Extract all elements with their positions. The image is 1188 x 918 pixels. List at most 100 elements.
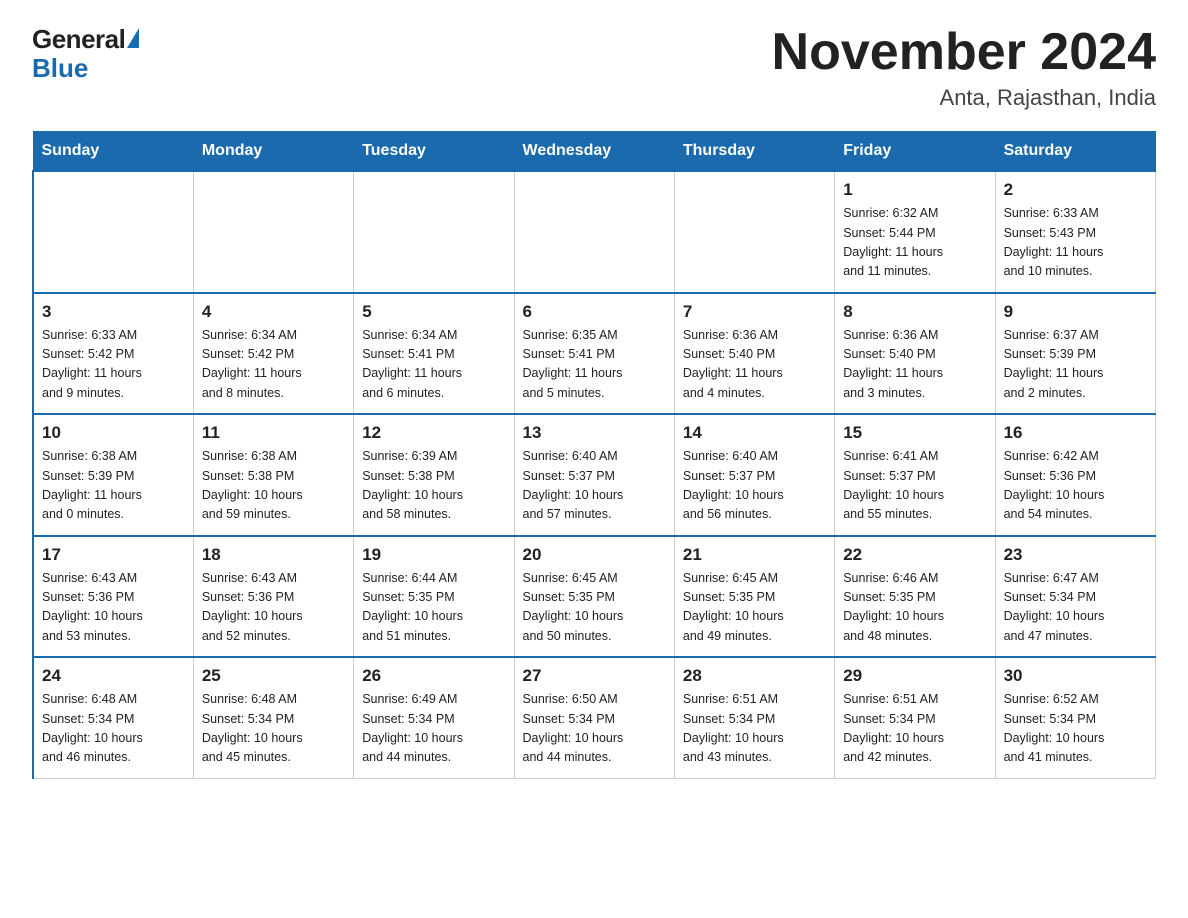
logo-triangle-icon xyxy=(127,28,139,48)
calendar-cell: 17 Sunrise: 6:43 AMSunset: 5:36 PMDayligh… xyxy=(33,536,193,658)
calendar-cell: 15 Sunrise: 6:41 AMSunset: 5:37 PMDayligh… xyxy=(835,414,995,536)
day-info: Sunrise: 6:36 AMSunset: 5:40 PMDaylight:… xyxy=(843,326,986,404)
day-number: 22 xyxy=(843,545,986,565)
day-info: Sunrise: 6:35 AMSunset: 5:41 PMDaylight:… xyxy=(523,326,666,404)
day-number: 14 xyxy=(683,423,826,443)
calendar-cell: 19Sunrise: 6:44 AMSunset: 5:35 PMDayligh… xyxy=(354,536,514,658)
day-number: 11 xyxy=(202,423,345,443)
day-info: Sunrise: 6:37 AMSunset: 5:39 PMDaylight:… xyxy=(1004,326,1147,404)
location-title: Anta, Rajasthan, India xyxy=(772,85,1156,111)
day-info: Sunrise: 6:39 AMSunset: 5:38 PMDaylight:… xyxy=(362,447,505,525)
weekday-header-monday: Monday xyxy=(193,132,353,172)
day-number: 28 xyxy=(683,666,826,686)
weekday-header-thursday: Thursday xyxy=(674,132,834,172)
day-number: 5 xyxy=(362,302,505,322)
day-info: Sunrise: 6:48 AMSunset: 5:34 PMDaylight:… xyxy=(202,690,345,768)
calendar-cell: 7 Sunrise: 6:36 AMSunset: 5:40 PMDaylight… xyxy=(674,293,834,415)
calendar-cell: 11 Sunrise: 6:38 AMSunset: 5:38 PMDayligh… xyxy=(193,414,353,536)
weekday-header-row: SundayMondayTuesdayWednesdayThursdayFrid… xyxy=(33,132,1156,172)
calendar-cell: 12Sunrise: 6:39 AMSunset: 5:38 PMDayligh… xyxy=(354,414,514,536)
day-number: 17 xyxy=(42,545,185,565)
day-number: 30 xyxy=(1004,666,1147,686)
day-number: 25 xyxy=(202,666,345,686)
logo-general-text: General xyxy=(32,24,125,55)
day-number: 10 xyxy=(42,423,185,443)
day-info: Sunrise: 6:38 AMSunset: 5:38 PMDaylight:… xyxy=(202,447,345,525)
weekday-header-wednesday: Wednesday xyxy=(514,132,674,172)
day-number: 15 xyxy=(843,423,986,443)
week-row-3: 10Sunrise: 6:38 AMSunset: 5:39 PMDayligh… xyxy=(33,414,1156,536)
day-info: Sunrise: 6:43 AMSunset: 5:36 PMDaylight:… xyxy=(202,569,345,647)
calendar-cell: 4 Sunrise: 6:34 AMSunset: 5:42 PMDaylight… xyxy=(193,293,353,415)
day-info: Sunrise: 6:34 AMSunset: 5:42 PMDaylight:… xyxy=(202,326,345,404)
day-info: Sunrise: 6:44 AMSunset: 5:35 PMDaylight:… xyxy=(362,569,505,647)
day-number: 8 xyxy=(843,302,986,322)
calendar-cell xyxy=(514,171,674,293)
month-title: November 2024 xyxy=(772,24,1156,81)
day-info: Sunrise: 6:41 AMSunset: 5:37 PMDaylight:… xyxy=(843,447,986,525)
weekday-header-tuesday: Tuesday xyxy=(354,132,514,172)
calendar-cell: 2 Sunrise: 6:33 AMSunset: 5:43 PMDaylight… xyxy=(995,171,1155,293)
day-info: Sunrise: 6:43 AMSunset: 5:36 PMDaylight:… xyxy=(42,569,185,647)
calendar-cell: 14 Sunrise: 6:40 AMSunset: 5:37 PMDayligh… xyxy=(674,414,834,536)
calendar-cell: 8 Sunrise: 6:36 AMSunset: 5:40 PMDaylight… xyxy=(835,293,995,415)
day-info: Sunrise: 6:49 AMSunset: 5:34 PMDaylight:… xyxy=(362,690,505,768)
calendar-cell: 28Sunrise: 6:51 AMSunset: 5:34 PMDayligh… xyxy=(674,657,834,778)
calendar-cell: 18Sunrise: 6:43 AMSunset: 5:36 PMDayligh… xyxy=(193,536,353,658)
day-info: Sunrise: 6:36 AMSunset: 5:40 PMDaylight:… xyxy=(683,326,826,404)
day-info: Sunrise: 6:33 AMSunset: 5:43 PMDaylight:… xyxy=(1004,204,1147,282)
day-number: 1 xyxy=(843,180,986,200)
weekday-header-sunday: Sunday xyxy=(33,132,193,172)
calendar-cell xyxy=(674,171,834,293)
calendar-cell: 6 Sunrise: 6:35 AMSunset: 5:41 PMDaylight… xyxy=(514,293,674,415)
calendar-cell: 26 Sunrise: 6:49 AMSunset: 5:34 PMDayligh… xyxy=(354,657,514,778)
calendar-cell xyxy=(354,171,514,293)
week-row-1: 1 Sunrise: 6:32 AMSunset: 5:44 PMDaylight… xyxy=(33,171,1156,293)
day-number: 4 xyxy=(202,302,345,322)
week-row-2: 3Sunrise: 6:33 AMSunset: 5:42 PMDaylight… xyxy=(33,293,1156,415)
calendar-cell: 13 Sunrise: 6:40 AMSunset: 5:37 PMDayligh… xyxy=(514,414,674,536)
day-number: 6 xyxy=(523,302,666,322)
calendar-cell: 20 Sunrise: 6:45 AMSunset: 5:35 PMDayligh… xyxy=(514,536,674,658)
day-info: Sunrise: 6:32 AMSunset: 5:44 PMDaylight:… xyxy=(843,204,986,282)
calendar-cell xyxy=(33,171,193,293)
day-number: 7 xyxy=(683,302,826,322)
calendar-cell: 16 Sunrise: 6:42 AMSunset: 5:36 PMDayligh… xyxy=(995,414,1155,536)
calendar-cell: 29Sunrise: 6:51 AMSunset: 5:34 PMDayligh… xyxy=(835,657,995,778)
day-number: 13 xyxy=(523,423,666,443)
header: General Blue November 2024 Anta, Rajasth… xyxy=(32,24,1156,111)
day-number: 26 xyxy=(362,666,505,686)
logo-blue-text: Blue xyxy=(32,53,88,84)
calendar-cell: 30 Sunrise: 6:52 AMSunset: 5:34 PMDayligh… xyxy=(995,657,1155,778)
calendar-cell: 9 Sunrise: 6:37 AMSunset: 5:39 PMDaylight… xyxy=(995,293,1155,415)
weekday-header-saturday: Saturday xyxy=(995,132,1155,172)
day-info: Sunrise: 6:46 AMSunset: 5:35 PMDaylight:… xyxy=(843,569,986,647)
calendar-cell: 5Sunrise: 6:34 AMSunset: 5:41 PMDaylight… xyxy=(354,293,514,415)
calendar-cell: 3Sunrise: 6:33 AMSunset: 5:42 PMDaylight… xyxy=(33,293,193,415)
calendar-cell: 25 Sunrise: 6:48 AMSunset: 5:34 PMDayligh… xyxy=(193,657,353,778)
day-number: 9 xyxy=(1004,302,1147,322)
day-number: 16 xyxy=(1004,423,1147,443)
day-number: 23 xyxy=(1004,545,1147,565)
day-number: 2 xyxy=(1004,180,1147,200)
day-number: 24 xyxy=(42,666,185,686)
day-number: 20 xyxy=(523,545,666,565)
day-info: Sunrise: 6:40 AMSunset: 5:37 PMDaylight:… xyxy=(523,447,666,525)
day-info: Sunrise: 6:50 AMSunset: 5:34 PMDaylight:… xyxy=(523,690,666,768)
calendar-cell: 22 Sunrise: 6:46 AMSunset: 5:35 PMDayligh… xyxy=(835,536,995,658)
calendar-cell: 1 Sunrise: 6:32 AMSunset: 5:44 PMDaylight… xyxy=(835,171,995,293)
logo: General Blue xyxy=(32,24,139,84)
calendar-cell xyxy=(193,171,353,293)
calendar-cell: 23 Sunrise: 6:47 AMSunset: 5:34 PMDayligh… xyxy=(995,536,1155,658)
week-row-5: 24 Sunrise: 6:48 AMSunset: 5:34 PMDayligh… xyxy=(33,657,1156,778)
day-info: Sunrise: 6:40 AMSunset: 5:37 PMDaylight:… xyxy=(683,447,826,525)
calendar-table: SundayMondayTuesdayWednesdayThursdayFrid… xyxy=(32,131,1156,779)
week-row-4: 17 Sunrise: 6:43 AMSunset: 5:36 PMDayligh… xyxy=(33,536,1156,658)
day-info: Sunrise: 6:42 AMSunset: 5:36 PMDaylight:… xyxy=(1004,447,1147,525)
day-info: Sunrise: 6:47 AMSunset: 5:34 PMDaylight:… xyxy=(1004,569,1147,647)
day-info: Sunrise: 6:51 AMSunset: 5:34 PMDaylight:… xyxy=(843,690,986,768)
calendar-cell: 10Sunrise: 6:38 AMSunset: 5:39 PMDayligh… xyxy=(33,414,193,536)
day-info: Sunrise: 6:45 AMSunset: 5:35 PMDaylight:… xyxy=(523,569,666,647)
day-info: Sunrise: 6:52 AMSunset: 5:34 PMDaylight:… xyxy=(1004,690,1147,768)
day-info: Sunrise: 6:33 AMSunset: 5:42 PMDaylight:… xyxy=(42,326,185,404)
